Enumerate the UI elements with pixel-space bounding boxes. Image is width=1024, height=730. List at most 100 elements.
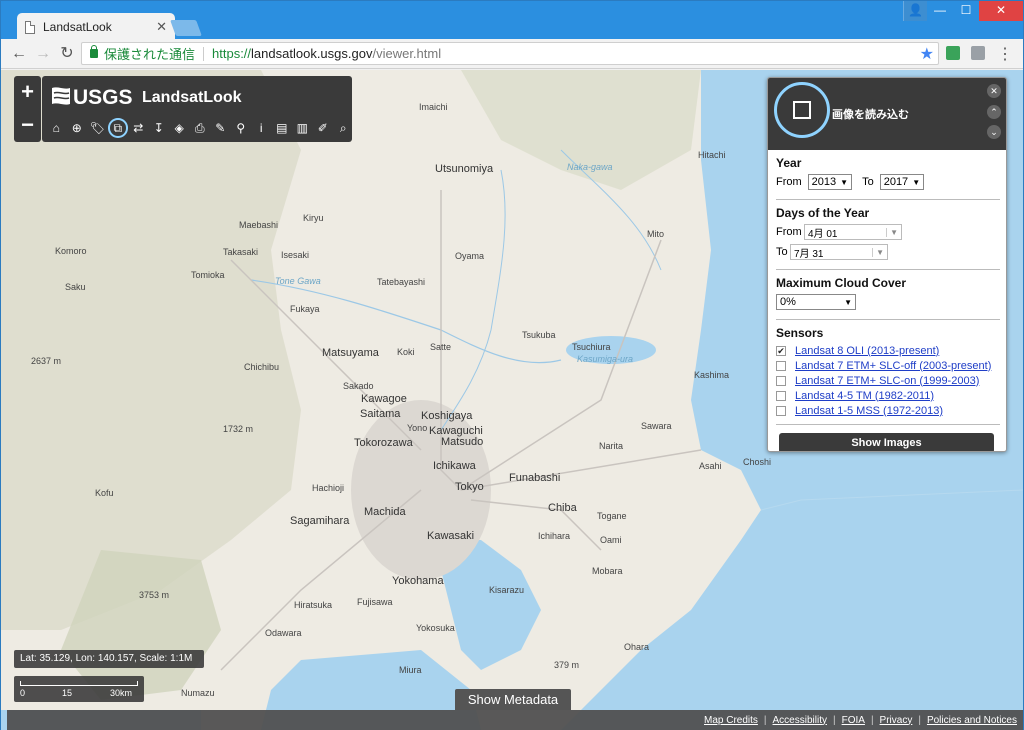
footer-link[interactable]: Policies and Notices — [927, 715, 1017, 726]
panel-close-icon[interactable]: ✕ — [987, 84, 1001, 98]
tool-icon[interactable]: ▥ — [292, 118, 313, 138]
map-label: Saitama — [360, 408, 401, 420]
map-label: Yono — [407, 423, 428, 433]
map-label: 3753 m — [139, 590, 170, 600]
map-canvas[interactable]: Imaichi Hitachi Utsunomiya Maebashi Kiryu Mit… — [1, 70, 1023, 730]
tool-icon[interactable]: ⧉ — [107, 118, 128, 138]
map-label: Numazu — [181, 688, 215, 698]
footer-link[interactable]: FOIA — [842, 715, 865, 726]
tool-row: ⌂ ⊕ 🏷 ⧉ ⇄ ↧ ◈ ⎙ ✎ ⚲ i ▤ ▥ ✐ ⌕ — [46, 118, 354, 140]
sensor-checkbox[interactable] — [776, 375, 786, 386]
map-label: Maebashi — [239, 220, 279, 230]
tool-icon[interactable]: ⌕ — [333, 118, 354, 138]
usgs-logo: USGS — [52, 86, 132, 108]
sensors-title: Sensors — [776, 326, 824, 340]
year-from-select[interactable]: 2013 ▼ — [807, 174, 853, 190]
tool-icon[interactable]: ✎ — [210, 118, 231, 138]
address-bar[interactable]: 保護された通信 https:// landsatlook.usgs.gov /v… — [81, 42, 939, 65]
window-close-button[interactable]: ✕ — [979, 1, 1023, 21]
dropbox-icon[interactable] — [971, 46, 985, 60]
tool-icon[interactable]: ✐ — [313, 118, 334, 138]
url-scheme: https:// — [212, 46, 252, 61]
map-label: Kisarazu — [489, 585, 525, 595]
footer-link[interactable]: Privacy — [880, 715, 913, 726]
tool-icon[interactable]: ⌂ — [46, 118, 67, 138]
map-label: Chichibu — [244, 362, 280, 372]
sensor-link[interactable]: Landsat 7 ETM+ SLC-on (1999-2003) — [795, 375, 979, 387]
sensor-checkbox[interactable] — [776, 390, 786, 401]
map-label: Ichihara — [538, 531, 571, 541]
tool-icon[interactable]: ↧ — [149, 118, 170, 138]
bookmark-star-icon[interactable]: ★ — [920, 44, 934, 64]
map-label: Fujisawa — [357, 597, 393, 607]
user-icon[interactable]: 👤 — [903, 1, 927, 21]
sensor-link[interactable]: Landsat 1-5 MSS (1972-2013) — [795, 405, 943, 417]
tool-icon[interactable]: ▤ — [272, 118, 293, 138]
sensor-link[interactable]: Landsat 8 OLI (2013-present) — [795, 345, 939, 357]
footer-link[interactable]: Map Credits — [704, 715, 758, 726]
chevron-down-icon[interactable]: ⌄ — [987, 125, 1001, 139]
tool-icon[interactable]: ⚲ — [231, 118, 252, 138]
scale-label-0: 0 — [20, 688, 26, 698]
tool-icon[interactable]: ◈ — [169, 118, 190, 138]
cloud-title: Maximum Cloud Cover — [776, 276, 907, 290]
extension-icon[interactable] — [946, 46, 960, 60]
year-title: Year — [776, 156, 802, 170]
sensor-checkbox[interactable] — [776, 405, 786, 416]
minimize-button[interactable]: — — [927, 1, 953, 21]
scale-bar: 0 15 30km — [14, 676, 144, 702]
zoom-out-button[interactable]: − — [14, 109, 41, 142]
tab-close-icon[interactable]: ✕ — [156, 19, 167, 35]
browser-menu-icon[interactable]: ⋮ — [997, 44, 1013, 64]
load-images-button[interactable] — [774, 82, 830, 138]
browser-tab[interactable]: LandsatLook ✕ — [17, 13, 175, 41]
map-label: Tsukuba — [522, 330, 556, 340]
sensor-link[interactable]: Landsat 7 ETM+ SLC-off (2003-present) — [795, 360, 991, 372]
zoom-in-button[interactable]: + — [14, 76, 41, 109]
cloud-cover-select[interactable]: 0% ▼ — [776, 294, 856, 310]
days-from-field[interactable]: 4月 01 ▼ — [804, 224, 902, 240]
url-path: /viewer.html — [372, 46, 442, 61]
panel-body: Year From 2013 ▼ To 2017 ▼ Days of the Yea… — [776, 156, 1000, 451]
tool-icon[interactable]: 🏷 — [87, 118, 108, 138]
new-tab-button[interactable] — [170, 20, 202, 36]
days-section: Days of the Year From 4月 01 ▼ To 7月 31 ▼ — [776, 206, 1000, 270]
reload-button[interactable]: ↻ — [57, 44, 77, 64]
map-label: Yokohama — [392, 575, 444, 587]
sensor-item: Landsat 7 ETM+ SLC-on (1999-2003) — [776, 373, 1000, 388]
chevron-up-icon[interactable]: ⌃ — [987, 105, 1001, 119]
sensor-checkbox[interactable] — [776, 360, 786, 371]
days-from-label: From — [776, 226, 802, 238]
back-button[interactable]: ← — [9, 44, 29, 64]
forward-button[interactable]: → — [33, 44, 53, 64]
browser-window: LandsatLook ✕ 👤 — ☐ ✕ ← → ↻ 保護された通信 http… — [0, 0, 1024, 730]
tool-icon[interactable]: ⇄ — [128, 118, 149, 138]
map-label: Koki — [397, 347, 415, 357]
map-label: Tatebayashi — [377, 277, 426, 287]
map-label: Odawara — [265, 628, 302, 638]
sensor-checkbox[interactable]: ✔ — [776, 345, 786, 356]
show-images-button[interactable]: Show Images — [779, 433, 994, 451]
map-label: Kawasaki — [427, 530, 475, 542]
map-label: Sakado — [343, 381, 374, 391]
map-label: Ichikawa — [433, 460, 476, 472]
sensor-item: Landsat 4-5 TM (1982-2011) — [776, 388, 1000, 403]
map-label: Sagamihara — [290, 515, 350, 527]
days-to-field[interactable]: 7月 31 ▼ — [790, 244, 888, 260]
scale-label-15: 15 — [62, 688, 73, 698]
tab-title: LandsatLook — [43, 20, 112, 34]
map-label: Imaichi — [419, 102, 448, 112]
year-from-label: From — [776, 176, 802, 188]
map-label: Hitachi — [698, 150, 726, 160]
footer-link[interactable]: Accessibility — [773, 715, 827, 726]
map-label: Utsunomiya — [435, 163, 494, 175]
tool-icon[interactable]: i — [251, 118, 272, 138]
show-metadata-button[interactable]: Show Metadata — [455, 689, 571, 710]
tool-icon[interactable]: ⎙ — [190, 118, 211, 138]
tool-icon[interactable]: ⊕ — [67, 118, 88, 138]
year-to-select[interactable]: 2017 ▼ — [879, 174, 925, 190]
secure-label: 保護された通信 — [104, 47, 196, 62]
sensor-link[interactable]: Landsat 4-5 TM (1982-2011) — [795, 390, 934, 402]
maximize-button[interactable]: ☐ — [953, 1, 979, 21]
map-label: Ohara — [624, 642, 650, 652]
